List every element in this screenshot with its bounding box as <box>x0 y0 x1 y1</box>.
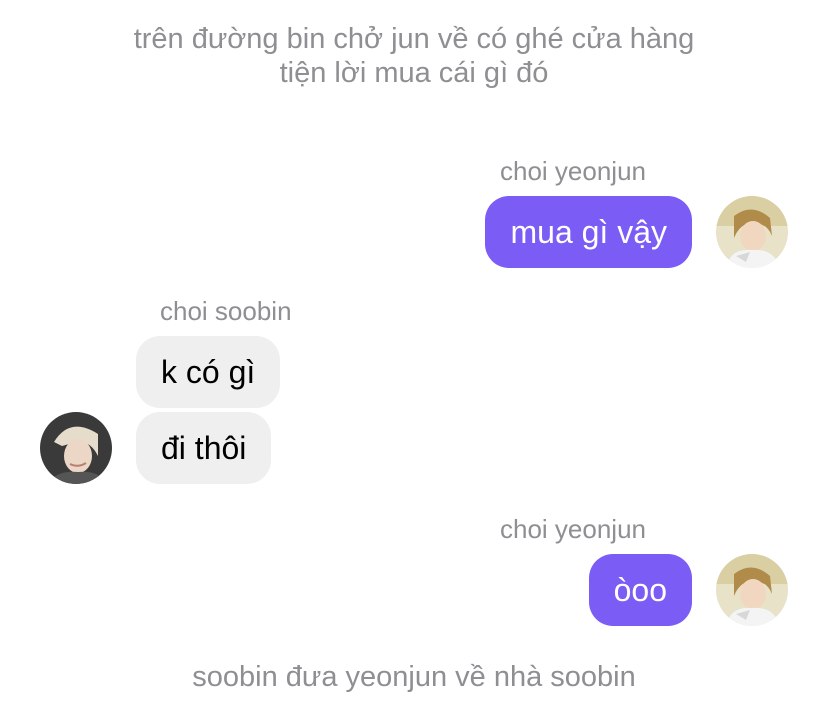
avatar-soobin-image <box>40 412 112 484</box>
narration-top: trên đường bin chở jun về có ghé cửa hàn… <box>0 22 828 90</box>
avatar-soobin[interactable] <box>40 412 112 484</box>
avatar-yeonjun-image <box>716 554 788 626</box>
message-bubble-incoming[interactable]: đi thôi <box>136 412 272 484</box>
narration-top-line-2: tiện lời mua cái gì đó <box>279 57 549 89</box>
message-bubble-outgoing[interactable]: òoo <box>588 554 692 626</box>
narration-bottom: soobin đưa yeonjun về nhà soobin <box>192 661 636 693</box>
sender-name-soobin: choi soobin <box>160 296 292 326</box>
message-bubble-incoming[interactable]: k có gì <box>136 336 281 408</box>
sender-name-yeonjun: choi yeonjun <box>500 514 646 544</box>
narration-top-line-1: trên đường bin chở jun về có ghé cửa hàn… <box>133 23 695 55</box>
avatar-yeonjun[interactable] <box>716 554 788 626</box>
message-bubble-outgoing[interactable]: mua gì vậy <box>485 196 692 268</box>
sender-name-yeonjun: choi yeonjun <box>500 156 646 186</box>
avatar-yeonjun-image <box>716 196 788 268</box>
avatar-yeonjun[interactable] <box>716 196 788 268</box>
